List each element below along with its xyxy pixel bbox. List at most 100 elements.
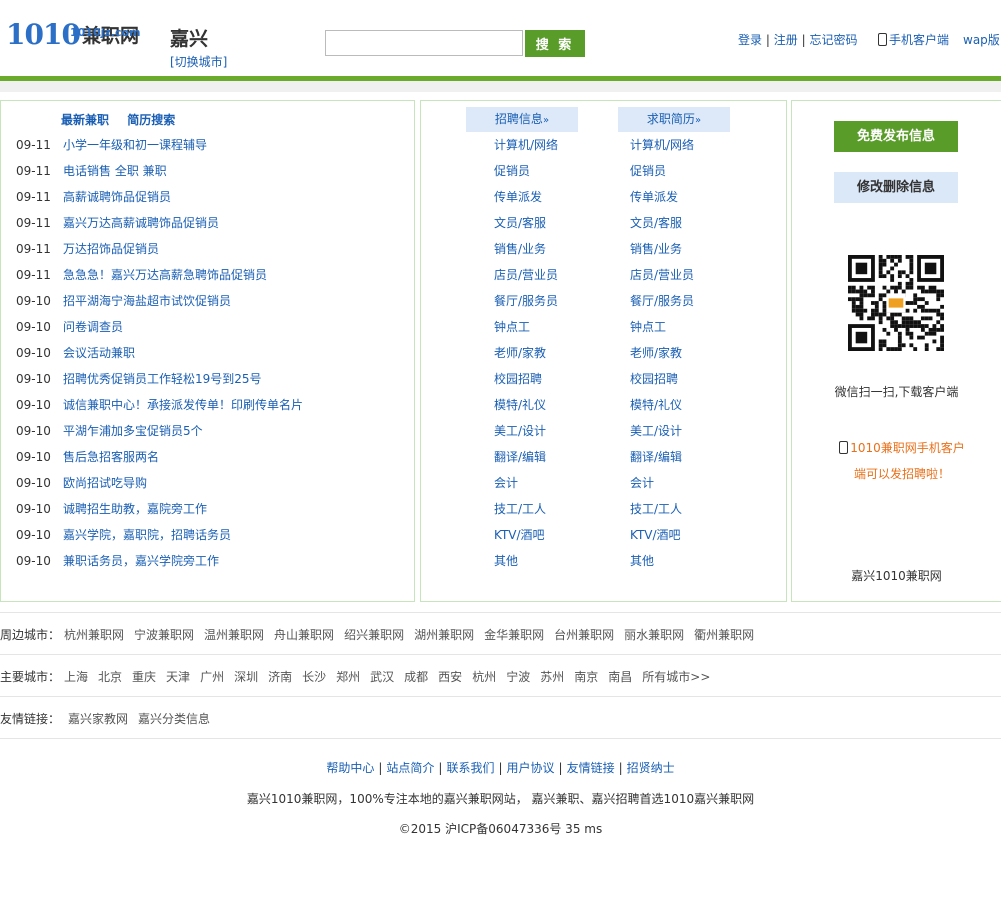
category-link[interactable]: 店员/营业员 <box>630 267 694 293</box>
nearby-city-link[interactable]: 台州兼职网 <box>554 628 614 642</box>
category-link[interactable]: 促销员 <box>494 163 558 189</box>
job-title-link[interactable]: 电话销售 全职 兼职 <box>63 164 167 178</box>
job-title-link[interactable]: 诚信兼职中心！承接派发传单！印刷传单名片 <box>63 398 303 412</box>
job-title-link[interactable]: 万达招饰品促销员 <box>63 242 159 256</box>
footer-link[interactable]: 帮助中心 <box>326 761 374 775</box>
category-link[interactable]: 模特/礼仪 <box>630 397 694 423</box>
job-title-link[interactable]: 招平湖海宁海盐超市试饮促销员 <box>63 294 231 308</box>
category-link[interactable]: 传单派发 <box>494 189 558 215</box>
category-link[interactable]: 会计 <box>494 475 558 501</box>
major-city-link[interactable]: 杭州 <box>472 670 496 684</box>
tab-resume-search[interactable]: 简历搜索 <box>127 113 175 127</box>
switch-city-link[interactable]: [切换城市] <box>170 53 227 70</box>
major-city-link[interactable]: 宁波 <box>506 670 530 684</box>
major-city-link[interactable]: 天津 <box>166 670 190 684</box>
category-link[interactable]: 老师/家教 <box>630 345 694 371</box>
major-city-link[interactable]: 广州 <box>200 670 224 684</box>
category-link[interactable]: 餐厅/服务员 <box>494 293 558 319</box>
footer-link[interactable]: 友情链接 <box>567 761 615 775</box>
resume-header[interactable]: 求职简历» <box>618 107 730 132</box>
mobile-promo[interactable]: 1010兼职网手机客户 端可以发招聘啦！ <box>832 435 972 487</box>
major-city-link[interactable]: 南昌 <box>608 670 632 684</box>
major-city-link[interactable]: 成都 <box>404 670 428 684</box>
category-link[interactable]: 其他 <box>494 553 558 579</box>
forgot-password-link[interactable]: 忘记密码 <box>809 33 857 47</box>
category-link[interactable]: 老师/家教 <box>494 345 558 371</box>
nearby-city-link[interactable]: 湖州兼职网 <box>414 628 474 642</box>
category-link[interactable]: 销售/业务 <box>494 241 558 267</box>
major-city-link[interactable]: 西安 <box>438 670 462 684</box>
category-link[interactable]: 翻译/编辑 <box>630 449 694 475</box>
job-title-link[interactable]: 招聘优秀促销员工作轻松19号到25号 <box>63 372 262 386</box>
category-link[interactable]: 计算机/网络 <box>630 137 694 163</box>
job-title-link[interactable]: 急急急！嘉兴万达高薪急聘饰品促销员 <box>63 268 267 282</box>
category-link[interactable]: 会计 <box>630 475 694 501</box>
register-link[interactable]: 注册 <box>774 33 798 47</box>
category-link[interactable]: 美工/设计 <box>630 423 694 449</box>
category-link[interactable]: 翻译/编辑 <box>494 449 558 475</box>
category-link[interactable]: 钟点工 <box>630 319 694 345</box>
category-link[interactable]: 校园招聘 <box>494 371 558 397</box>
category-link[interactable]: KTV/酒吧 <box>630 527 694 553</box>
edit-delete-button[interactable]: 修改删除信息 <box>834 172 958 203</box>
footer-link[interactable]: 联系我们 <box>446 761 494 775</box>
wap-link[interactable]: wap版 <box>963 31 1000 48</box>
category-link[interactable]: 文员/客服 <box>494 215 558 241</box>
major-city-link[interactable]: 上海 <box>64 670 88 684</box>
friend-link[interactable]: 嘉兴家教网 <box>68 712 128 726</box>
friend-link[interactable]: 嘉兴分类信息 <box>138 712 210 726</box>
category-link[interactable]: 钟点工 <box>494 319 558 345</box>
publish-info-button[interactable]: 免费发布信息 <box>834 121 958 152</box>
category-link[interactable]: 销售/业务 <box>630 241 694 267</box>
nearby-city-link[interactable]: 宁波兼职网 <box>134 628 194 642</box>
category-link[interactable]: 促销员 <box>630 163 694 189</box>
job-title-link[interactable]: 问卷调查员 <box>63 320 123 334</box>
category-link[interactable]: 店员/营业员 <box>494 267 558 293</box>
job-title-link[interactable]: 兼职话务员，嘉兴学院旁工作 <box>63 554 219 568</box>
major-city-link[interactable]: 所有城市>> <box>642 670 710 684</box>
major-city-link[interactable]: 长沙 <box>302 670 326 684</box>
category-link[interactable]: 计算机/网络 <box>494 137 558 163</box>
major-city-link[interactable]: 南京 <box>574 670 598 684</box>
nearby-city-link[interactable]: 丽水兼职网 <box>624 628 684 642</box>
major-city-link[interactable]: 济南 <box>268 670 292 684</box>
job-title-link[interactable]: 高薪诚聘饰品促销员 <box>63 190 171 204</box>
search-button[interactable]: 搜 索 <box>525 30 585 57</box>
mobile-client-link[interactable]: 手机客户端 <box>889 33 949 47</box>
major-city-link[interactable]: 苏州 <box>540 670 564 684</box>
major-city-link[interactable]: 深圳 <box>234 670 258 684</box>
category-link[interactable]: 其他 <box>630 553 694 579</box>
tab-latest-jobs[interactable]: 最新兼职 <box>61 113 109 127</box>
job-title-link[interactable]: 售后急招客服两名 <box>63 450 159 464</box>
major-city-link[interactable]: 北京 <box>98 670 122 684</box>
category-link[interactable]: 技工/工人 <box>494 501 558 527</box>
category-link[interactable]: 文员/客服 <box>630 215 694 241</box>
job-title-link[interactable]: 会议活动兼职 <box>63 346 135 360</box>
recruit-info-header[interactable]: 招聘信息» <box>466 107 578 132</box>
category-link[interactable]: 餐厅/服务员 <box>630 293 694 319</box>
job-title-link[interactable]: 嘉兴学院，嘉职院，招聘话务员 <box>63 528 231 542</box>
category-link[interactable]: 技工/工人 <box>630 501 694 527</box>
job-title-link[interactable]: 欧尚招试吃导购 <box>63 476 147 490</box>
job-title-link[interactable]: 小学一年级和初一课程辅导 <box>63 138 207 152</box>
job-title-link[interactable]: 嘉兴万达高薪诚聘饰品促销员 <box>63 216 219 230</box>
category-link[interactable]: 模特/礼仪 <box>494 397 558 423</box>
category-link[interactable]: 传单派发 <box>630 189 694 215</box>
footer-link[interactable]: 招贤纳士 <box>627 761 675 775</box>
major-city-link[interactable]: 武汉 <box>370 670 394 684</box>
nearby-city-link[interactable]: 温州兼职网 <box>204 628 264 642</box>
major-city-link[interactable]: 重庆 <box>132 670 156 684</box>
job-title-link[interactable]: 平湖乍浦加多宝促销员5个 <box>63 424 203 438</box>
category-link[interactable]: KTV/酒吧 <box>494 527 558 553</box>
search-input[interactable] <box>325 30 523 56</box>
major-city-link[interactable]: 郑州 <box>336 670 360 684</box>
nearby-city-link[interactable]: 金华兼职网 <box>484 628 544 642</box>
footer-link[interactable]: 用户协议 <box>507 761 555 775</box>
nearby-city-link[interactable]: 舟山兼职网 <box>274 628 334 642</box>
footer-link[interactable]: 站点简介 <box>386 761 434 775</box>
login-link[interactable]: 登录 <box>738 33 762 47</box>
nearby-city-link[interactable]: 衢州兼职网 <box>694 628 754 642</box>
job-title-link[interactable]: 诚聘招生助教，嘉院旁工作 <box>63 502 207 516</box>
nearby-city-link[interactable]: 绍兴兼职网 <box>344 628 404 642</box>
category-link[interactable]: 美工/设计 <box>494 423 558 449</box>
